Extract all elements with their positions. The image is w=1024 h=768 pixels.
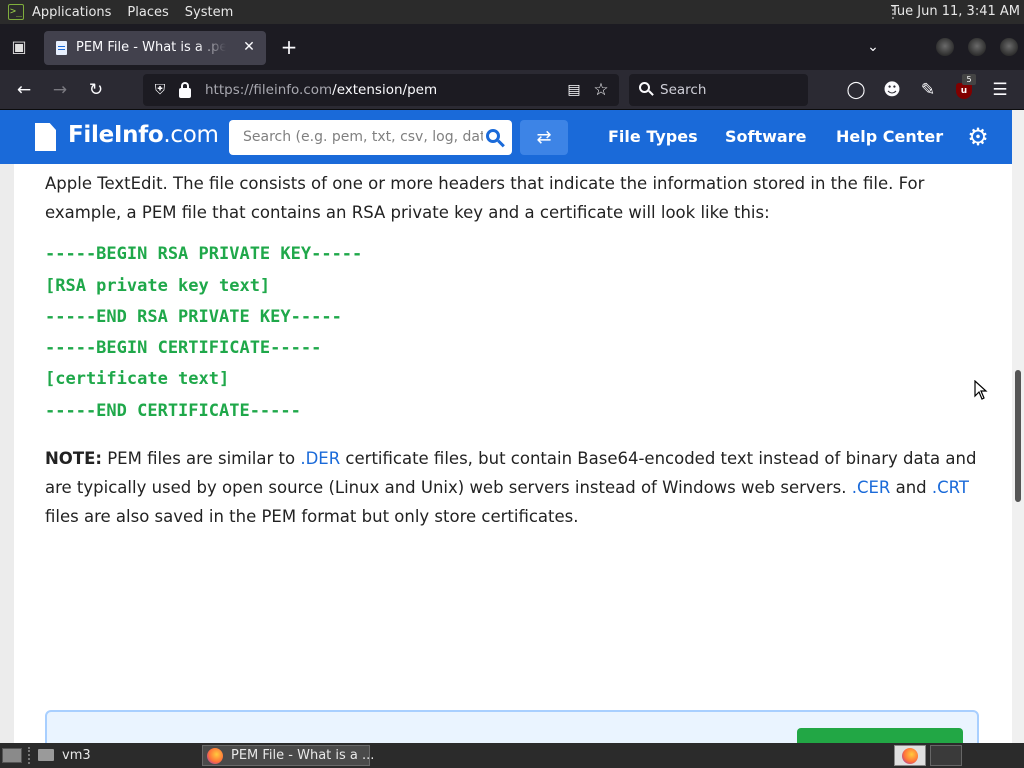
browser-nav-bar: ← → ↻ ⛨ https://fileinfo.com/extension/p… — [0, 70, 1024, 110]
workspace-2-button[interactable] — [930, 745, 962, 766]
scrollbar-thumb[interactable] — [1015, 370, 1021, 502]
workspace-1-button[interactable] — [894, 745, 926, 766]
note-paragraph: NOTE: PEM files are similar to .DER cert… — [45, 449, 977, 526]
promo-download-button[interactable] — [797, 728, 963, 743]
tab-title: PEM File - What is a .pem file and how d… — [76, 40, 226, 55]
new-tab-icon[interactable]: + — [278, 36, 300, 58]
site-search-input[interactable]: Search (e.g. pem, txt, csv, log, dat — [229, 120, 512, 155]
lock-icon[interactable] — [177, 81, 193, 99]
terminal-icon[interactable]: >_ — [8, 4, 24, 20]
window-maximize-button[interactable] — [968, 38, 986, 56]
site-logo[interactable]: FileInfo.com — [68, 122, 219, 148]
workspace-label[interactable]: vm3 — [62, 748, 91, 763]
code-line: -----BEGIN CERTIFICATE----- — [45, 338, 322, 358]
search-icon[interactable] — [485, 128, 505, 148]
window-minimize-button[interactable] — [936, 38, 954, 56]
nav-help-center[interactable]: Help Center — [836, 127, 943, 146]
back-arrow-icon[interactable]: ← — [12, 78, 36, 102]
tracking-shield-icon[interactable]: ⛨ — [151, 81, 169, 99]
code-line: [RSA private key text] — [45, 276, 271, 296]
reader-view-icon[interactable]: ▤ — [565, 81, 583, 99]
bookmark-star-icon[interactable]: ☆ — [591, 80, 611, 100]
account-icon[interactable]: ☻ — [880, 78, 904, 102]
taskbar-separator — [28, 747, 30, 764]
system-taskbar: vm3 PEM File - What is a ... — [0, 743, 1024, 768]
intro-paragraph: Apple TextEdit. The file consists of one… — [45, 174, 925, 222]
places-menu[interactable]: Places — [127, 5, 168, 20]
ublock-origin-icon[interactable]: u — [956, 83, 972, 99]
reload-icon[interactable]: ↻ — [84, 78, 108, 102]
page-scrollbar[interactable] — [1012, 110, 1024, 743]
page-left-margin — [0, 164, 14, 743]
firefox-icon — [207, 748, 223, 764]
mouse-pointer-icon — [974, 380, 988, 400]
extensions-puzzle-icon[interactable]: ✎ — [916, 78, 940, 102]
promo-box — [45, 710, 979, 743]
close-tab-icon[interactable]: ✕ — [240, 38, 258, 56]
forward-arrow-icon[interactable]: → — [48, 78, 72, 102]
window-close-button[interactable] — [1000, 38, 1018, 56]
page-viewport: Apple TextEdit. The file consists of one… — [0, 110, 1024, 743]
site-search-placeholder: Search (e.g. pem, txt, csv, log, dat — [243, 129, 483, 145]
random-shuffle-button[interactable]: ⇄ — [520, 120, 568, 155]
page-favicon-icon — [56, 41, 67, 55]
code-line: -----END CERTIFICATE----- — [45, 401, 301, 421]
nav-software[interactable]: Software — [725, 127, 806, 146]
list-all-tabs-chevron-icon[interactable]: ⌄ — [862, 36, 884, 58]
applications-menu[interactable]: Applications — [32, 5, 111, 20]
firefox-icon — [902, 748, 918, 764]
search-icon — [639, 81, 655, 99]
system-top-panel: >_ Applications Places System Tue Jun 11… — [0, 0, 1024, 24]
url-bar[interactable]: ⛨ https://fileinfo.com/extension/pem ▤ ☆ — [143, 74, 619, 106]
code-line: [certificate text] — [45, 369, 230, 389]
taskbar-window-title: PEM File - What is a ... — [231, 748, 375, 763]
tab-active[interactable]: PEM File - What is a .pem file and how d… — [44, 31, 266, 65]
code-line: -----BEGIN RSA PRIVATE KEY----- — [45, 244, 363, 264]
code-line: -----END RSA PRIVATE KEY----- — [45, 307, 342, 327]
nav-file-types[interactable]: File Types — [608, 127, 698, 146]
note-label: NOTE: — [45, 449, 102, 468]
der-link[interactable]: .DER — [300, 449, 340, 468]
url-text[interactable]: https://fileinfo.com/extension/pem — [205, 82, 437, 98]
fileinfo-logo-icon[interactable] — [35, 123, 56, 151]
extension-badge: 5 — [962, 74, 976, 85]
clock[interactable]: Tue Jun 11, 3:41 AM — [891, 4, 1020, 19]
firefox-view-icon[interactable]: ▣ — [8, 36, 30, 58]
hamburger-menu-icon[interactable]: ☰ — [988, 78, 1012, 102]
folder-icon[interactable] — [38, 749, 54, 761]
crt-link[interactable]: .CRT — [932, 478, 969, 497]
cer-link[interactable]: .CER — [852, 478, 891, 497]
taskbar-window-firefox[interactable]: PEM File - What is a ... — [202, 745, 374, 766]
show-desktop-button[interactable] — [2, 748, 22, 763]
system-menu[interactable]: System — [185, 5, 233, 20]
browser-search-box[interactable]: Search — [629, 74, 808, 106]
gear-icon[interactable]: ⚙ — [966, 125, 990, 149]
pocket-icon[interactable]: ◯ — [844, 78, 868, 102]
site-header: FileInfo.com Search (e.g. pem, txt, csv,… — [0, 110, 1012, 164]
browser-search-placeholder: Search — [660, 82, 707, 98]
browser-tab-bar: ▣ PEM File - What is a .pem file and how… — [0, 24, 1024, 70]
